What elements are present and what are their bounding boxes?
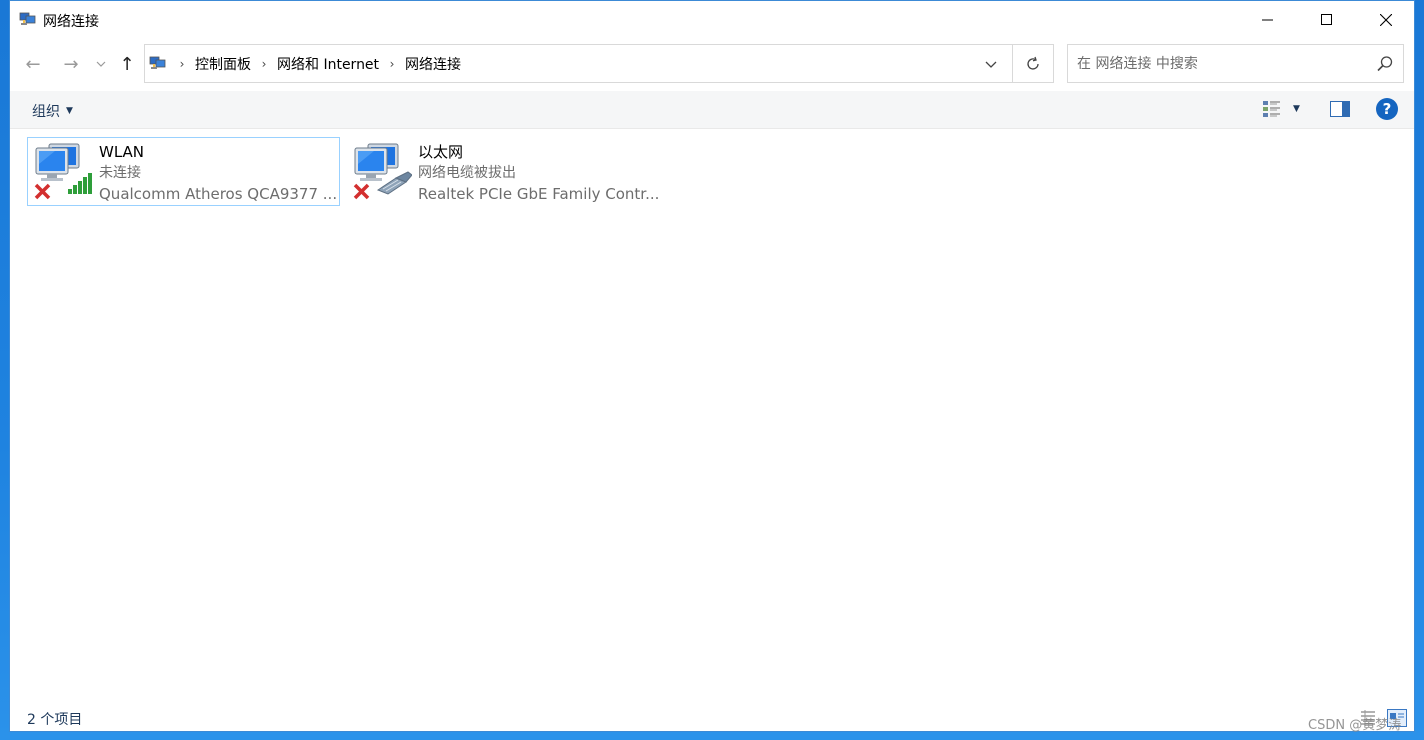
arrow-left-icon: ← <box>25 53 41 75</box>
connection-status: 网络电缆被拔出 <box>418 165 516 181</box>
status-bar: 2 个项目 <box>10 705 1414 731</box>
control-panel-icon <box>149 56 166 69</box>
connection-device: Realtek PCIe GbE Family Contr... <box>418 185 660 203</box>
arrow-up-icon: ↑ <box>119 53 135 75</box>
refresh-icon <box>1026 56 1039 70</box>
organize-menu-button[interactable]: 组织 ▼ <box>32 101 73 121</box>
item-count: 2 个项目 <box>27 712 83 728</box>
wireless-network-disconnected-icon <box>31 138 93 205</box>
caret-down-icon: ▼ <box>66 106 73 116</box>
back-button[interactable]: ← <box>21 51 45 77</box>
chevron-right-icon[interactable]: › <box>253 57 275 71</box>
connection-name: WLAN <box>99 143 145 161</box>
organize-label: 组织 <box>32 104 60 120</box>
connection-status: 未连接 <box>99 165 141 181</box>
breadcrumb-item-network-internet[interactable]: 网络和 Internet <box>275 54 381 74</box>
watermark: CSDN @黄梦涛 <box>1308 718 1402 733</box>
address-bar[interactable]: › 控制面板 › 网络和 Internet › 网络连接 <box>144 44 1013 83</box>
change-view-icon[interactable] <box>1262 100 1282 118</box>
connection-item-ethernet[interactable]: 以太网 网络电缆被拔出 Realtek PCIe GbE Family Cont… <box>346 137 659 206</box>
chevron-down-icon <box>96 61 106 67</box>
breadcrumb-item-control-panel[interactable]: 控制面板 <box>193 54 253 74</box>
connection-name: 以太网 <box>418 143 464 161</box>
connection-device: Qualcomm Atheros QCA9377 ... <box>99 185 338 203</box>
search-input[interactable] <box>1069 46 1364 81</box>
view-options-caret-icon[interactable]: ▼ <box>1293 104 1300 114</box>
breadcrumb-item-network-connections[interactable]: 网络连接 <box>403 54 463 74</box>
minimize-icon <box>1261 19 1273 21</box>
address-history-button[interactable] <box>979 55 1003 73</box>
arrow-right-icon: → <box>63 53 79 75</box>
explorer-window: 网络连接 ← → ↑ › 控制面板 › 网络和 Internet › 网络连接 … <box>9 0 1415 732</box>
minimize-button[interactable] <box>1238 1 1297 39</box>
chevron-right-icon[interactable]: › <box>171 57 193 71</box>
chevron-down-icon <box>985 61 997 68</box>
chevron-right-icon[interactable]: › <box>381 57 403 71</box>
refresh-button[interactable] <box>1012 44 1054 83</box>
breadcrumb: › 控制面板 › 网络和 Internet › 网络连接 <box>171 45 463 82</box>
network-connections-icon <box>19 12 36 25</box>
title-bar[interactable]: 网络连接 <box>10 1 1414 39</box>
search-icon[interactable] <box>1376 55 1394 73</box>
up-button[interactable]: ↑ <box>115 51 139 77</box>
search-box <box>1067 44 1404 83</box>
command-bar: 组织 ▼ ▼ ? <box>10 91 1414 129</box>
preview-pane-icon[interactable] <box>1330 101 1350 117</box>
help-button[interactable]: ? <box>1376 98 1398 120</box>
window-title: 网络连接 <box>43 14 99 30</box>
maximize-button[interactable] <box>1297 1 1356 39</box>
forward-button[interactable]: → <box>59 51 83 77</box>
maximize-icon <box>1320 14 1332 25</box>
question-icon: ? <box>1382 100 1392 118</box>
recent-locations-button[interactable] <box>93 51 109 77</box>
connections-list: WLAN 未连接 Qualcomm Atheros QCA9377 ... 以太… <box>10 129 1414 699</box>
connection-item-wlan[interactable]: WLAN 未连接 Qualcomm Atheros QCA9377 ... <box>27 137 340 206</box>
close-button[interactable] <box>1356 1 1415 39</box>
ethernet-network-unplugged-icon <box>350 138 413 205</box>
close-icon <box>1379 14 1392 26</box>
